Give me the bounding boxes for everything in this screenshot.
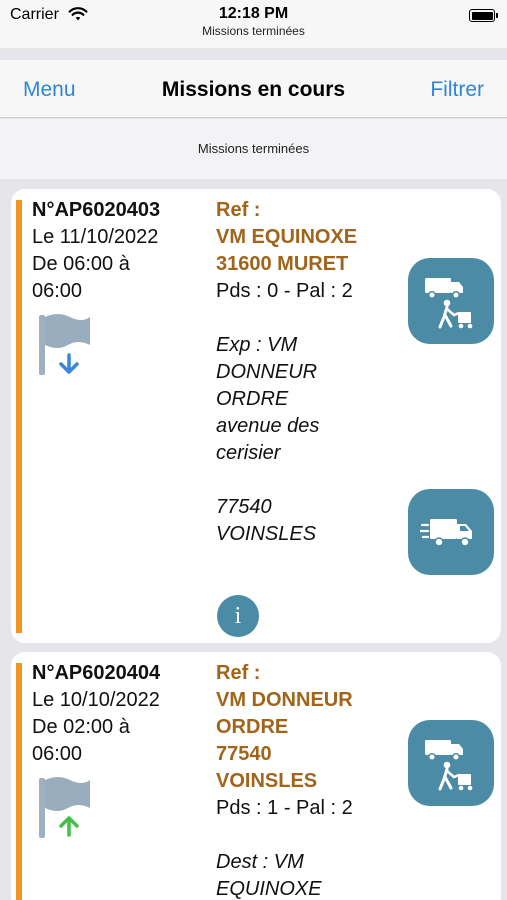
sender-line: ORDRE [216,388,289,410]
sender-postal-code: 77540 [216,496,272,518]
mission-status-bar [16,200,22,633]
mission-time-start: De 02:00 à [32,716,130,738]
status-subtitle: Missions terminées [202,24,305,38]
mission-time-start: De 06:00 à [32,253,130,275]
delivery-person-icon [425,740,473,791]
ref-label: Ref : [216,199,261,221]
recipient-line: EQUINOXE [216,878,322,900]
ref-name: VM EQUINOXE [216,226,358,248]
mission-number: N°AP6020404 [32,662,161,684]
mission-summary: N°AP6020403 Le 11/10/2022 De 06:00 à 06:… [32,197,202,305]
ref-label: Ref : [216,662,261,684]
completed-missions-label: Missions terminées [197,141,310,156]
info-button[interactable]: i [217,595,259,637]
mission-number: N°AP6020403 [32,199,161,221]
menu-button[interactable]: Menu [23,78,76,102]
mission-card[interactable]: N°AP6020404 Le 10/10/2022 De 02:00 à 06:… [11,652,501,900]
battery-icon [469,9,498,22]
status-bar: Carrier 12:18 PM Missions terminées [0,0,507,48]
mission-time-end: 06:00 [32,743,83,765]
delivery-person-icon [425,278,473,329]
flag-arrow-down-icon [39,314,90,375]
ref-city: 31600 MURET [216,253,349,275]
weight-pallets: Pds : 1 - Pal : 2 [216,797,353,819]
recipient-line: Dest : VM [216,851,304,873]
mission-card[interactable]: N°AP6020403 Le 11/10/2022 De 06:00 à 06:… [11,189,501,643]
mission-status-bar [16,663,22,900]
delivery-button[interactable] [408,258,494,344]
clock: 12:18 PM [218,5,289,22]
mission-date: Le 11/10/2022 [32,226,159,248]
mission-summary: N°AP6020404 Le 10/10/2022 De 02:00 à 06:… [32,660,202,768]
ref-postal-code: 77540 [216,743,272,765]
sender-line: DONNEUR [216,361,318,383]
sender-line: cerisier [216,442,281,464]
flag-arrow-up-icon [39,777,90,838]
ref-name: ORDRE [216,716,289,738]
mission-details: Ref : VM DONNEUR ORDRE 77540 VOINSLES Pd… [216,660,406,900]
mission-date: Le 10/10/2022 [32,689,160,711]
delivery-button[interactable] [408,720,494,806]
truck-icon [420,519,472,547]
ref-city: VOINSLES [216,770,318,792]
mission-details: Ref : VM EQUINOXE 31600 MURET Pds : 0 - … [216,197,406,548]
sender-city: VOINSLES [216,523,317,545]
weight-pallets: Pds : 0 - Pal : 2 [216,280,353,302]
filter-button[interactable]: Filtrer [430,78,484,102]
navigation-bar: Menu Missions en cours Filtrer [0,60,507,118]
completed-missions-header[interactable]: Missions terminées [0,119,507,179]
mission-time-end: 06:00 [32,280,83,302]
ref-name: VM DONNEUR [216,689,353,711]
transport-button[interactable] [408,489,494,575]
sender-line: Exp : VM [216,334,298,356]
sender-line: avenue des [216,415,320,437]
